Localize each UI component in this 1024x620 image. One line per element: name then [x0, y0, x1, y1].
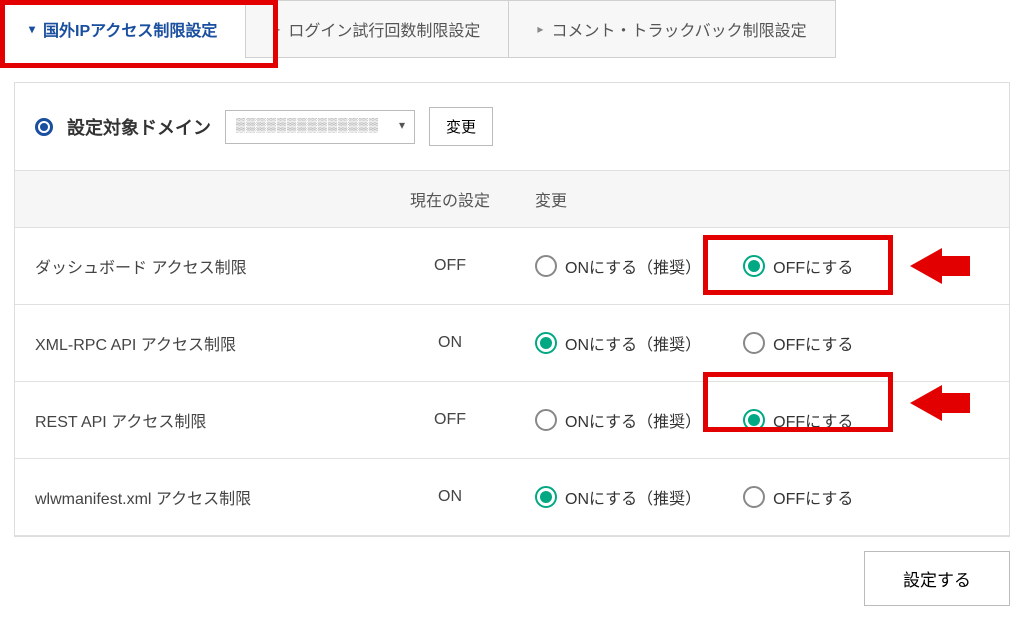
chevron-down-icon: [29, 22, 35, 36]
domain-label: 設定対象ドメイン: [67, 114, 211, 140]
domain-select[interactable]: ▒▒▒▒▒▒▒▒▒▒▒▒▒▒: [225, 110, 415, 144]
row-name: XML-RPC API アクセス制限: [15, 305, 385, 382]
option-off[interactable]: OFFにする: [743, 408, 853, 432]
table-row: ダッシュボード アクセス制限 OFF ONにする（推奨） OFFにする: [15, 228, 1009, 305]
col-change: 変更: [515, 171, 1009, 228]
row-current: ON: [385, 459, 515, 536]
tab-label: ログイン試行回数制限設定: [288, 17, 480, 41]
option-on[interactable]: ONにする（推奨）: [535, 331, 701, 355]
radio-icon: [743, 486, 765, 508]
option-on[interactable]: ONにする（推奨）: [535, 485, 701, 509]
tab-login-attempts[interactable]: ログイン試行回数制限設定: [245, 0, 509, 58]
row-change: ONにする（推奨） OFFにする: [515, 459, 1009, 536]
option-off[interactable]: OFFにする: [743, 331, 853, 355]
table-row: wlwmanifest.xml アクセス制限 ON ONにする（推奨） OFFに…: [15, 459, 1009, 536]
row-name: wlwmanifest.xml アクセス制限: [15, 459, 385, 536]
tab-foreign-ip[interactable]: 国外IPアクセス制限設定: [0, 0, 246, 58]
radio-selected-icon: [35, 118, 53, 136]
option-on[interactable]: ONにする（推奨）: [535, 408, 701, 432]
chevron-right-icon: [537, 22, 543, 36]
change-domain-button[interactable]: 変更: [429, 107, 493, 146]
domain-row: 設定対象ドメイン ▒▒▒▒▒▒▒▒▒▒▒▒▒▒ 変更: [15, 83, 1009, 171]
radio-icon: [535, 486, 557, 508]
radio-icon: [743, 332, 765, 354]
row-current: OFF: [385, 382, 515, 459]
table-row: REST API アクセス制限 OFF ONにする（推奨） OFFにする: [15, 382, 1009, 459]
footer: 設定する: [0, 537, 1024, 620]
row-current: OFF: [385, 228, 515, 305]
col-current: 現在の設定: [385, 171, 515, 228]
submit-button[interactable]: 設定する: [864, 551, 1010, 606]
option-on[interactable]: ONにする（推奨）: [535, 254, 701, 278]
tabs-bar: 国外IPアクセス制限設定 ログイン試行回数制限設定 コメント・トラックバック制限…: [0, 0, 1024, 58]
radio-icon: [535, 255, 557, 277]
option-off[interactable]: OFFにする: [743, 254, 853, 278]
row-name: ダッシュボード アクセス制限: [15, 228, 385, 305]
row-change: ONにする（推奨） OFFにする: [515, 305, 1009, 382]
row-name: REST API アクセス制限: [15, 382, 385, 459]
radio-icon: [535, 332, 557, 354]
option-off[interactable]: OFFにする: [743, 485, 853, 509]
chevron-right-icon: [274, 22, 280, 36]
tab-comment-trackback[interactable]: コメント・トラックバック制限設定: [508, 0, 835, 58]
radio-icon: [743, 409, 765, 431]
row-current: ON: [385, 305, 515, 382]
radio-icon: [743, 255, 765, 277]
table-row: XML-RPC API アクセス制限 ON ONにする（推奨） OFFにする: [15, 305, 1009, 382]
annotation-arrow-1: [910, 248, 942, 284]
annotation-arrow-3: [910, 385, 942, 421]
settings-table: 現在の設定 変更 ダッシュボード アクセス制限 OFF ONにする（推奨） OF…: [15, 171, 1009, 536]
col-name: [15, 171, 385, 228]
domain-select-wrap: ▒▒▒▒▒▒▒▒▒▒▒▒▒▒: [225, 110, 415, 144]
tab-label: 国外IPアクセス制限設定: [43, 17, 217, 41]
radio-icon: [535, 409, 557, 431]
tab-label: コメント・トラックバック制限設定: [551, 17, 806, 41]
settings-panel: 設定対象ドメイン ▒▒▒▒▒▒▒▒▒▒▒▒▒▒ 変更 現在の設定 変更 ダッシュ…: [14, 82, 1010, 537]
